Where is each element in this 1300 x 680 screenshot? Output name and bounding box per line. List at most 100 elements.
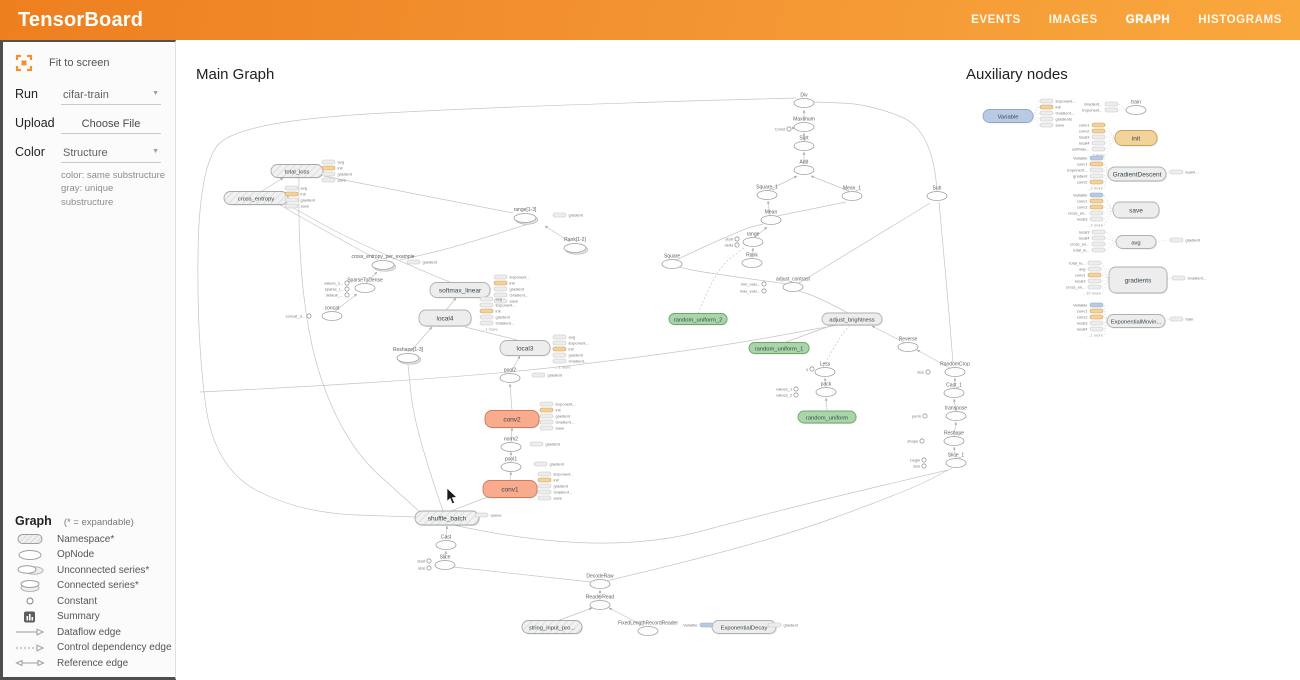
graph-const[interactable]: start xyxy=(417,559,431,564)
graph-node-total-loss[interactable]: total_loss xyxy=(271,165,324,179)
graph-node-variable[interactable]: Variable xyxy=(983,110,1034,124)
graph-node-sub[interactable]: Sub xyxy=(927,186,947,201)
graph-satellite: init xyxy=(494,281,516,286)
graph-const[interactable]: Const xyxy=(775,127,791,132)
graph-node-slice[interactable]: Slice xyxy=(435,555,455,570)
fit-to-screen-button[interactable]: Fit to screen xyxy=(3,42,175,76)
graph-node-exponential-decay[interactable]: ExponentialDecay xyxy=(712,621,777,635)
graph-const[interactable]: perm xyxy=(912,414,927,419)
svg-text:Exponent...: Exponent... xyxy=(1067,168,1087,173)
graph-satellite: ...1 more xyxy=(482,327,499,332)
graph-node-softmax-linear[interactable]: softmax_linear xyxy=(430,283,491,299)
graph-node-pool1[interactable]: pool1 xyxy=(501,457,521,472)
graph-node-pack[interactable]: pack xyxy=(816,382,836,397)
graph-satellite: ...1 more xyxy=(555,365,572,370)
graph-node-init[interactable]: init xyxy=(1115,131,1158,147)
choose-file-button[interactable]: Choose File xyxy=(61,115,161,134)
graph-node-maximum[interactable]: Maximum xyxy=(793,117,815,132)
graph-node-cast-1[interactable]: Cast_1 xyxy=(944,383,964,398)
graph-node-reverse[interactable]: Reverse xyxy=(898,337,918,352)
graph-node-gradient-descent[interactable]: GradientDescent xyxy=(1108,167,1167,182)
graph-const[interactable]: max_valu... xyxy=(740,289,766,294)
graph-edge xyxy=(451,496,490,511)
graph-node-exponential-moving[interactable]: ExponentialMovin... xyxy=(1107,315,1166,329)
graph-satellite: train xyxy=(1170,317,1193,322)
graph-satellite: Exponent... xyxy=(538,472,574,477)
graph-node-norm2[interactable]: norm2 xyxy=(501,437,521,452)
graph-node-mean[interactable]: Mean xyxy=(761,210,781,225)
graph-node-cross-entropy-per-example[interactable]: cross_entropy_per_example xyxy=(351,254,414,271)
svg-text:start: start xyxy=(725,237,734,242)
graph-satellite: Exponent... xyxy=(494,275,530,280)
graph-node-slice-1[interactable]: Slice_1 xyxy=(946,453,966,468)
nav-tab-histograms[interactable]: HISTOGRAMS xyxy=(1198,14,1282,26)
run-select[interactable]: cifar-train ▼ xyxy=(61,86,161,105)
graph-node-sparse-to-dense[interactable]: SparseToDense xyxy=(347,278,383,293)
graph-node-add[interactable]: Add xyxy=(794,160,814,175)
graph-node-avg[interactable]: avg xyxy=(1116,236,1157,250)
graph-node-random-uniform[interactable]: random_uniform xyxy=(798,411,857,424)
graph-const[interactable]: values_1 xyxy=(776,387,798,392)
graph-node-string-input-pro[interactable]: string_input_pro... xyxy=(522,621,583,635)
graph-const[interactable]: size xyxy=(418,566,431,571)
graph-node-reader-read[interactable]: ReaderRead xyxy=(586,595,615,610)
graph-node-adjust-contrast[interactable]: adjust_contrast xyxy=(776,277,811,292)
graph-node-square[interactable]: Square xyxy=(662,254,682,269)
graph-node-div[interactable]: Div xyxy=(794,93,814,108)
graph-node-concat[interactable]: concat xyxy=(322,306,342,321)
nav-tab-events[interactable]: EVENTS xyxy=(971,14,1021,26)
graph-node-reshape-1-3[interactable]: Reshape[1-3] xyxy=(393,347,424,364)
color-select[interactable]: Structure ▼ xyxy=(61,144,161,163)
graph-const[interactable]: concat_d... xyxy=(286,314,311,319)
graph-node-gradients[interactable]: gradients xyxy=(1109,267,1168,294)
fit-to-screen-label: Fit to screen xyxy=(49,57,110,69)
graph-node-decode-raw[interactable]: DecodeRaw xyxy=(586,574,614,589)
graph-node-shuffle-batch[interactable]: shuffle_batch xyxy=(415,511,480,526)
graph-const[interactable]: start xyxy=(725,237,739,242)
graph-node-pool2[interactable]: pool2 xyxy=(500,368,520,383)
graph-satellite: gradient xyxy=(540,414,571,419)
graph-node-sqrt[interactable]: Sqrt xyxy=(794,136,814,151)
graph-node-range-op[interactable]: range xyxy=(743,232,763,247)
graph-const[interactable]: size xyxy=(917,370,930,375)
graph-node-train-op[interactable]: train xyxy=(1126,100,1146,115)
graph-const[interactable]: shape xyxy=(907,439,924,444)
graph-node-transpose[interactable]: transpose xyxy=(945,406,967,421)
graph-node-square-1[interactable]: Square_1 xyxy=(756,185,778,200)
graph-node-fixed-length-record-reader[interactable]: FixedLengthRecordReader xyxy=(618,621,678,636)
graph-const[interactable]: size xyxy=(913,464,926,469)
graph-node-rank-op[interactable]: Rank xyxy=(742,253,762,268)
graph-node-reshape-op[interactable]: Reshape xyxy=(944,431,964,446)
graph-const[interactable]: values_2 xyxy=(776,393,798,398)
graph-node-save[interactable]: save xyxy=(1113,202,1160,219)
graph-canvas[interactable]: Div Maximum Sqrt Add Square_1 Mean_1 Sub Mean ra… xyxy=(0,0,1300,680)
graph-node-random-uniform-2[interactable]: random_uniform_2 xyxy=(669,314,728,326)
graph-const[interactable]: y xyxy=(806,367,814,372)
graph-node-rank-1-2[interactable]: Rank[1-2] xyxy=(564,237,588,254)
graph-const[interactable]: values_s... xyxy=(324,281,349,286)
graph-node-random-uniform-1[interactable]: random_uniform_1 xyxy=(749,343,810,355)
graph-node-conv1[interactable]: conv1 xyxy=(483,481,538,499)
graph-node-cross-entropy[interactable]: cross_entropy xyxy=(224,192,289,206)
graph-satellite: local3 xyxy=(1075,279,1101,284)
graph-node-adjust-brightness[interactable]: adjust_brightness xyxy=(822,313,883,326)
nav-tab-graph[interactable]: GRAPH xyxy=(1126,14,1171,26)
nav-tab-images[interactable]: IMAGES xyxy=(1049,14,1098,26)
graph-node-cast[interactable]: Cast xyxy=(436,535,456,550)
graph-node-range-1-3[interactable]: range[1-3] xyxy=(514,207,538,224)
graph-const[interactable]: default_... xyxy=(326,293,349,298)
graph-satellite: gradient xyxy=(532,373,563,378)
graph-const[interactable]: delta xyxy=(725,243,740,248)
graph-node-conv2[interactable]: conv2 xyxy=(485,411,540,429)
svg-text:conv2: conv2 xyxy=(1077,315,1088,320)
svg-text:init: init xyxy=(510,281,516,286)
svg-text:gradients: gradients xyxy=(1056,117,1072,122)
graph-node-random-crop[interactable]: RandomCrop xyxy=(940,362,970,377)
graph-node-local3[interactable]: local3 xyxy=(500,341,551,357)
graph-const[interactable]: sparse_i... xyxy=(325,287,349,292)
graph-const[interactable]: min_valu... xyxy=(741,282,766,287)
graph-const[interactable]: begin xyxy=(910,458,926,463)
graph-node-less[interactable]: Less xyxy=(815,362,835,377)
graph-node-mean-1[interactable]: Mean_1 xyxy=(842,186,862,201)
graph-node-local4[interactable]: local4 xyxy=(419,310,472,327)
